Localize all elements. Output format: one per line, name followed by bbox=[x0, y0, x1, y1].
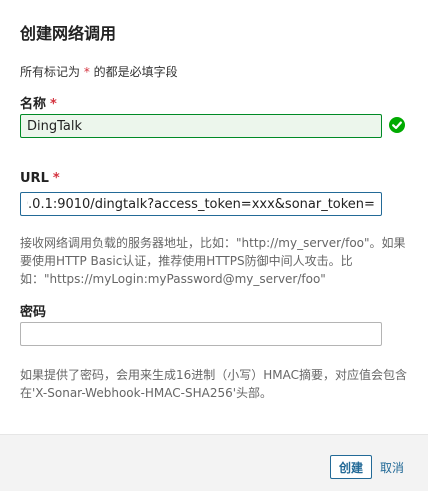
name-label-text: 名称 bbox=[20, 97, 47, 112]
required-mark: * bbox=[83, 65, 90, 79]
check-circle-icon bbox=[389, 117, 405, 133]
url-input[interactable] bbox=[20, 192, 382, 216]
secret-input[interactable] bbox=[20, 322, 382, 346]
secret-help-text: 如果提供了密码，会用来生成16进制（小写）HMAC摘要，对应值会包含在'X-So… bbox=[20, 368, 408, 400]
url-help-text: 接收网络调用负载的服务器地址，比如："http://my_server/foo"… bbox=[20, 236, 406, 286]
dialog-title: 创建网络调用 bbox=[20, 24, 117, 43]
create-webhook-dialog: 创建网络调用 所有标记为 * 的都是必填字段 名称* URL* 接收网络调用负载… bbox=[0, 0, 428, 491]
name-required-mark: * bbox=[50, 97, 57, 112]
cancel-link[interactable]: 取消 bbox=[380, 459, 404, 476]
required-note-prefix: 所有标记为 bbox=[20, 65, 81, 79]
url-label-text: URL bbox=[20, 171, 49, 186]
required-fields-note: 所有标记为 * 的都是必填字段 bbox=[20, 63, 178, 80]
url-required-mark: * bbox=[52, 171, 60, 186]
secret-label-text: 密码 bbox=[20, 305, 47, 320]
name-input[interactable] bbox=[20, 114, 382, 138]
name-label: 名称 * bbox=[20, 93, 57, 112]
create-button[interactable]: 创建 bbox=[330, 455, 372, 479]
required-note-suffix: 的都是必填字段 bbox=[93, 65, 178, 79]
url-label: URL * bbox=[20, 171, 60, 186]
secret-label: 密码 bbox=[20, 301, 46, 320]
